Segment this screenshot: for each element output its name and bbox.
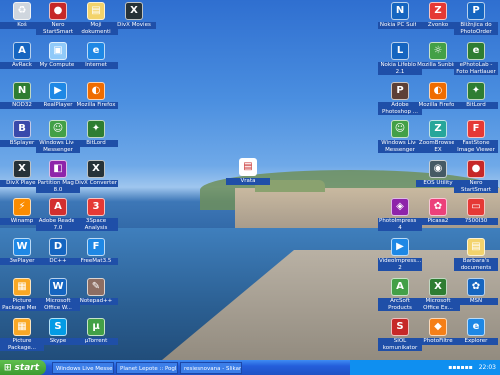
desktop-icon-7500i30[interactable]: ▭ 7500I30 — [454, 198, 498, 225]
folder-icon: ▤ — [467, 238, 485, 256]
divx-icon: X — [125, 2, 143, 20]
skype-icon: S — [49, 318, 67, 336]
desktop-icon-firefox[interactable]: ◐ Mozilla Firefox — [74, 82, 118, 109]
desktop-icon-bitlord-right[interactable]: ✦ BitLord — [454, 82, 498, 109]
task-button-messenger[interactable]: Windows Live Messen... — [52, 361, 114, 374]
start-button[interactable]: ⊞ start — [0, 360, 46, 375]
scanner-icon: ▭ — [467, 198, 485, 216]
photofiltre-icon: ◆ — [429, 318, 447, 336]
3space-icon: 3 — [87, 198, 105, 216]
taskbar: ⊞ start Windows Live Messen... Planet Le… — [0, 360, 500, 375]
clock: 22:03 — [478, 364, 496, 371]
picture-package-icon: ▦ — [13, 318, 31, 336]
partition-icon: ◧ — [49, 160, 67, 178]
ie-icon: e — [467, 318, 485, 336]
tray-icons[interactable]: ▪▪▪▪▪▪ — [448, 364, 472, 371]
firefox-icon: ◐ — [429, 82, 447, 100]
lifeblog-icon: L — [391, 42, 409, 60]
divx-player-icon: X — [13, 160, 31, 178]
desktop-icon-faststone[interactable]: F FastStone Image Viewer — [454, 120, 498, 153]
sunbird-icon: ☼ — [429, 42, 447, 60]
folder-icon: ▤ — [87, 2, 105, 20]
desktop-icon-nero-right[interactable]: ● Nero StartSmart — [454, 160, 498, 193]
photoshop-icon: P — [391, 82, 409, 100]
zvonko-icon: Z — [429, 2, 447, 20]
realplayer-icon: ▶ — [49, 82, 67, 100]
eos-icon: ◉ — [429, 160, 447, 178]
dcpp-icon: D — [49, 238, 67, 256]
desktop-icon-divx-converter[interactable]: X DivX Converter — [74, 160, 118, 187]
ie-icon: e — [87, 42, 105, 60]
desktop-icon-msn[interactable]: ✿ MSN — [454, 278, 498, 305]
desktop-icon-ephotolab[interactable]: e ePhotoLab - Foto Hartlauer — [454, 42, 498, 75]
nokia-icon: N — [391, 2, 409, 20]
desktop-icon-bitlord[interactable]: ✦ BitLord — [74, 120, 118, 147]
3wplayer-icon: W — [13, 238, 31, 256]
picture-package-icon: ▦ — [13, 278, 31, 296]
document-icon: ▤ — [239, 158, 257, 176]
msn-icon: ✿ — [467, 278, 485, 296]
photoorder-icon: P — [467, 2, 485, 20]
arcsoft-icon: A — [391, 278, 409, 296]
zoombrowser-icon: Z — [429, 120, 447, 138]
avrack-icon: A — [13, 42, 31, 60]
ephotolab-icon: e — [467, 42, 485, 60]
siol-icon: S — [391, 318, 409, 336]
desktop-icon-3space[interactable]: 3 3Space Analysis — [74, 198, 118, 231]
task-button-slikar[interactable]: resiesnovana - Slikar — [180, 361, 242, 374]
freemat-icon: F — [87, 238, 105, 256]
picasa-icon: ✿ — [429, 198, 447, 216]
bitlord-icon: ✦ — [467, 82, 485, 100]
word-icon: W — [49, 278, 67, 296]
desktop-icon-freemat[interactable]: F FreeMat3.5 — [74, 238, 118, 265]
photoimpression-icon: ◈ — [391, 198, 409, 216]
bsplayer-icon: B — [13, 120, 31, 138]
desktop-icon-vrata[interactable]: ▤ Vrata — [226, 158, 270, 185]
recycle-bin-icon: ♻ — [13, 2, 31, 20]
desktop-icon-videoimpression[interactable]: ▶ VideoImpress... 2 — [378, 238, 422, 271]
desktop-icon-internet[interactable]: e Internet — [74, 42, 118, 69]
nero-icon: ● — [467, 160, 485, 178]
nod32-icon: N — [13, 82, 31, 100]
messenger-icon: ☺ — [49, 120, 67, 138]
messenger-icon: ☺ — [391, 120, 409, 138]
task-list: Windows Live Messen... Planet Lepote :: … — [52, 361, 242, 374]
firefox-icon: ◐ — [87, 82, 105, 100]
divx-converter-icon: X — [87, 160, 105, 178]
utorrent-icon: µ — [87, 318, 105, 336]
desktop-icon-notepadpp[interactable]: ✎ Notepad++ — [74, 278, 118, 305]
bitlord-icon: ✦ — [87, 120, 105, 138]
windows-logo-icon: ⊞ — [4, 362, 12, 373]
desktop-icon-divx-movies[interactable]: X DivX Movies — [112, 2, 156, 29]
task-button-planet-lepote[interactable]: Planet Lepote :: Pogl... — [116, 361, 178, 374]
excel-icon: X — [429, 278, 447, 296]
desktop-icon-photoorder[interactable]: P Bližnjica do PhotoOrder — [454, 2, 498, 35]
notepadpp-icon: ✎ — [87, 278, 105, 296]
desktop-icon-explorer[interactable]: e Explorer — [454, 318, 498, 345]
system-tray: ▪▪▪▪▪▪ 22:03 — [350, 360, 500, 375]
computer-icon: ▣ — [49, 42, 67, 60]
videoimpression-icon: ▶ — [391, 238, 409, 256]
desktop-icon-barbaras-documents[interactable]: ▤ Barbara's documents — [454, 238, 498, 271]
winamp-icon: ⚡ — [13, 198, 31, 216]
nero-icon: ● — [49, 2, 67, 20]
adobe-reader-icon: A — [49, 198, 67, 216]
desktop-icon-utorrent[interactable]: µ µTorrent — [74, 318, 118, 345]
desktop: ♻ Koš ● Nero StartSmart ▤ Moji dokumenti… — [0, 0, 500, 360]
faststone-icon: F — [467, 120, 485, 138]
